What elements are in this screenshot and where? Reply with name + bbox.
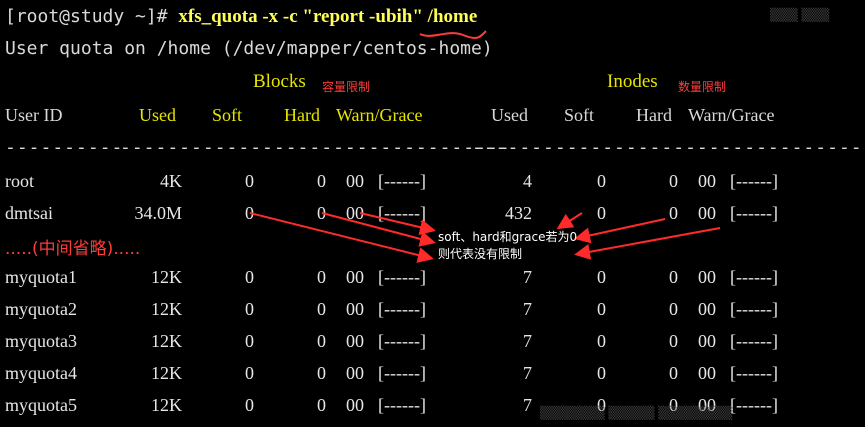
arrow-inodes-soft [556,212,583,230]
arrow-blocks-grace [359,212,436,236]
arrow-inodes-grace [574,227,721,260]
callout-note: soft、hard和grace若为0 则代表没有限制 [438,229,577,263]
annotation-arrows [249,212,721,263]
arrow-blocks-soft [249,212,434,263]
callout-line-1: soft、hard和grace若为0 [438,230,578,244]
watermark-footer: ▒▒▒▒▒▒▒ ▒▒▒▒▒ ▒▒▒▒▒▒▒▒ [540,406,733,420]
watermark-logo: ▒▒▒ ▒▒▒ [770,8,830,22]
terminal-window[interactable]: [root@study ~]# xfs_quota -x -c "report … [0,0,865,427]
callout-line-2: 则代表没有限制 [438,247,523,261]
arrow-inodes-hard [574,218,666,244]
